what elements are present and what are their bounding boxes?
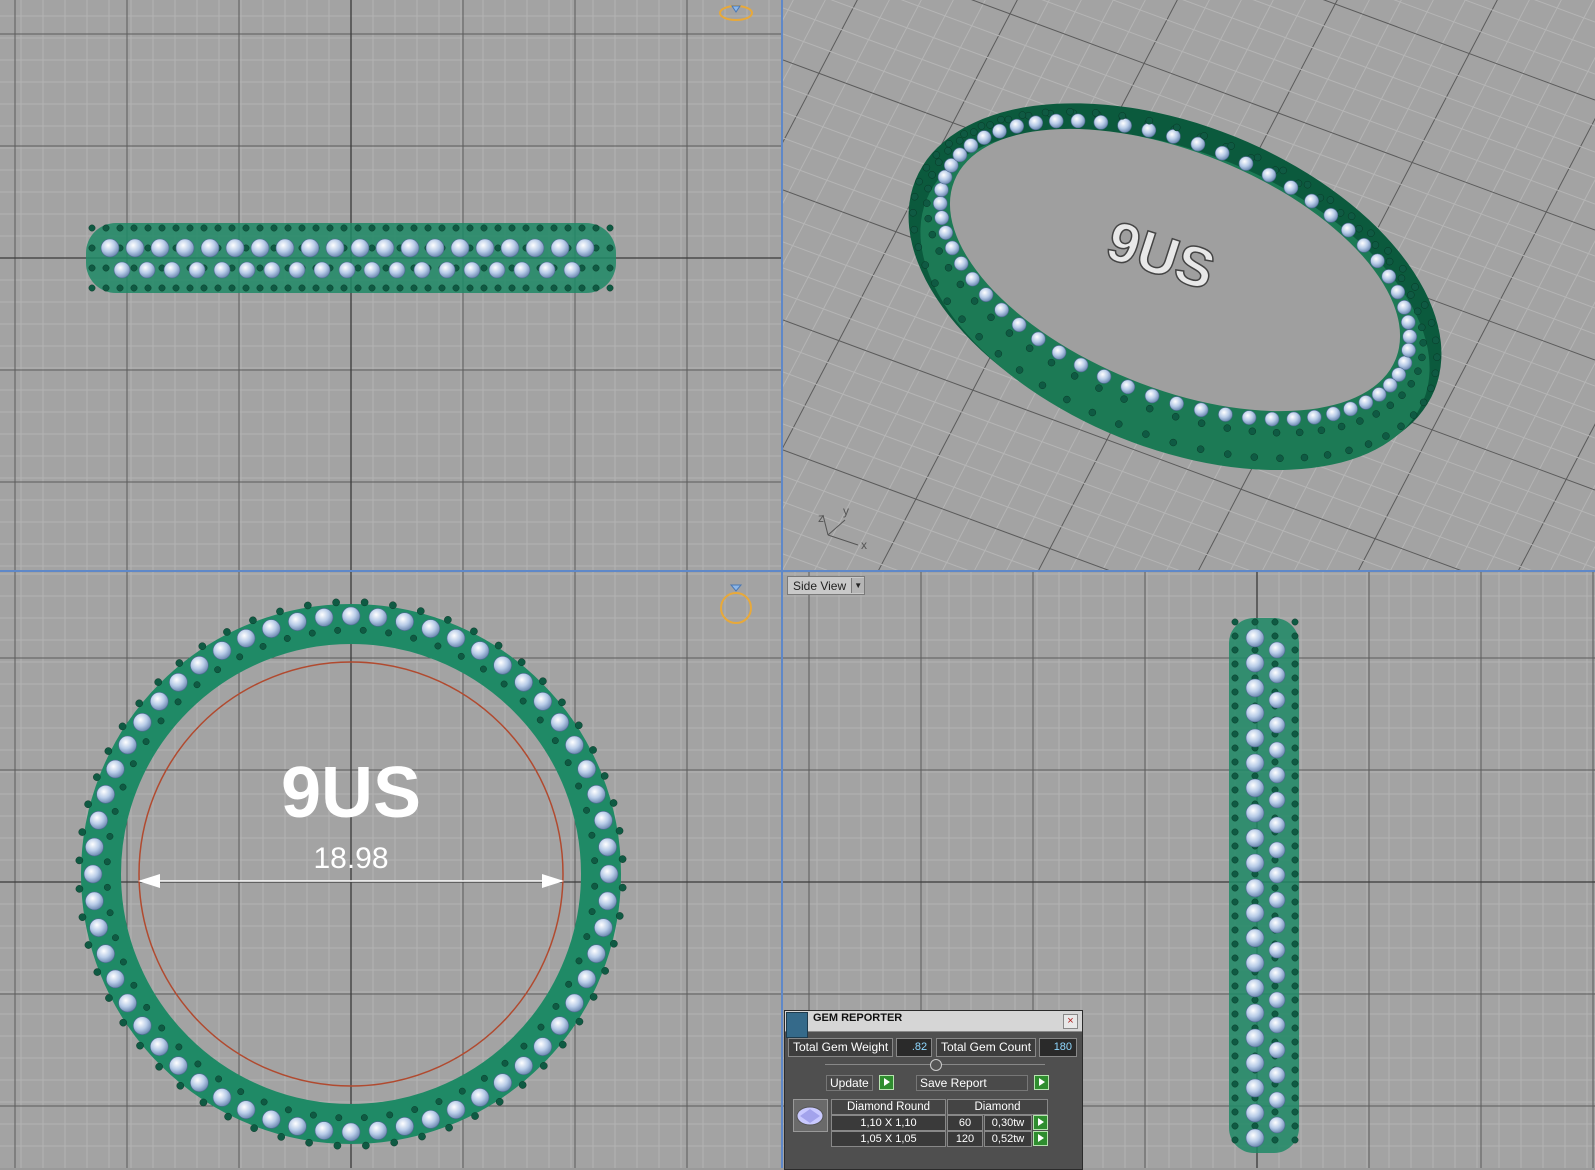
axis-label-y: y bbox=[843, 504, 849, 518]
chevron-down-icon[interactable]: ▼ bbox=[851, 578, 865, 593]
view-orientation-icon[interactable] bbox=[718, 2, 754, 24]
table-row-size: 1,05 X 1,05 bbox=[831, 1131, 946, 1147]
diamond-round-icon bbox=[793, 1099, 828, 1132]
play-icon[interactable] bbox=[1034, 1075, 1049, 1090]
total-gem-weight-field: Total Gem Weight .82 bbox=[788, 1038, 933, 1057]
total-gem-weight-label: Total Gem Weight bbox=[788, 1038, 894, 1057]
panel-title: GEM REPORTER bbox=[813, 1012, 903, 1024]
gem-reporter-panel: GEM REPORTER × Total Gem Weight .82 Tota… bbox=[784, 1010, 1083, 1170]
front-view-scene: 9US 18.98 bbox=[0, 572, 781, 1168]
update-button-label: Update bbox=[826, 1074, 873, 1091]
close-icon[interactable]: × bbox=[1063, 1014, 1078, 1029]
table-row-count: 120 bbox=[947, 1131, 983, 1147]
table-row-weight: 0,30tw bbox=[984, 1115, 1032, 1131]
save-report-button[interactable]: Save Report bbox=[916, 1074, 1049, 1091]
table-header-shape: Diamond Round bbox=[831, 1099, 946, 1115]
top-view-viewport[interactable] bbox=[0, 0, 781, 570]
table-header-material: Diamond bbox=[947, 1099, 1048, 1115]
perspective-scene: 9USyzx bbox=[783, 0, 1595, 570]
viewport-divider-vertical[interactable] bbox=[781, 0, 783, 1168]
view-selector[interactable]: Side View ▼ bbox=[787, 576, 866, 595]
view-selector-label: Side View bbox=[793, 578, 847, 593]
front-view-viewport[interactable]: 9US 18.98 bbox=[0, 572, 781, 1168]
ring-orientation-icon[interactable] bbox=[718, 582, 754, 626]
table-row-weight: 0,52tw bbox=[984, 1131, 1032, 1147]
axis-label-z: z bbox=[818, 511, 824, 525]
total-gem-count-value[interactable]: 180 bbox=[1039, 1038, 1078, 1057]
diameter-label: 18.98 bbox=[313, 842, 388, 875]
perspective-viewport[interactable]: 9US y z x bbox=[783, 0, 1595, 570]
viewport-divider-horizontal[interactable] bbox=[0, 570, 1595, 572]
ring-top-view bbox=[86, 223, 616, 293]
axis-label-x: x bbox=[861, 538, 867, 552]
ring-size-label: 9US bbox=[281, 753, 421, 833]
gem-reporter-icon bbox=[786, 1012, 808, 1038]
save-report-button-label: Save Report bbox=[916, 1074, 1028, 1091]
total-gem-count-label: Total Gem Count bbox=[936, 1038, 1037, 1057]
total-gem-weight-value[interactable]: .82 bbox=[896, 1038, 933, 1057]
play-icon[interactable] bbox=[878, 1075, 894, 1090]
play-icon[interactable] bbox=[1033, 1131, 1048, 1146]
splitter-handle[interactable] bbox=[930, 1059, 942, 1071]
play-icon[interactable] bbox=[1033, 1115, 1048, 1130]
table-row-size: 1,10 X 1,10 bbox=[831, 1115, 946, 1131]
table-row-count: 60 bbox=[947, 1115, 983, 1131]
update-button[interactable]: Update bbox=[826, 1074, 894, 1091]
ring-side-view bbox=[1229, 618, 1299, 1153]
top-view-scene bbox=[0, 0, 781, 570]
total-gem-count-field: Total Gem Count 180 bbox=[936, 1038, 1078, 1057]
